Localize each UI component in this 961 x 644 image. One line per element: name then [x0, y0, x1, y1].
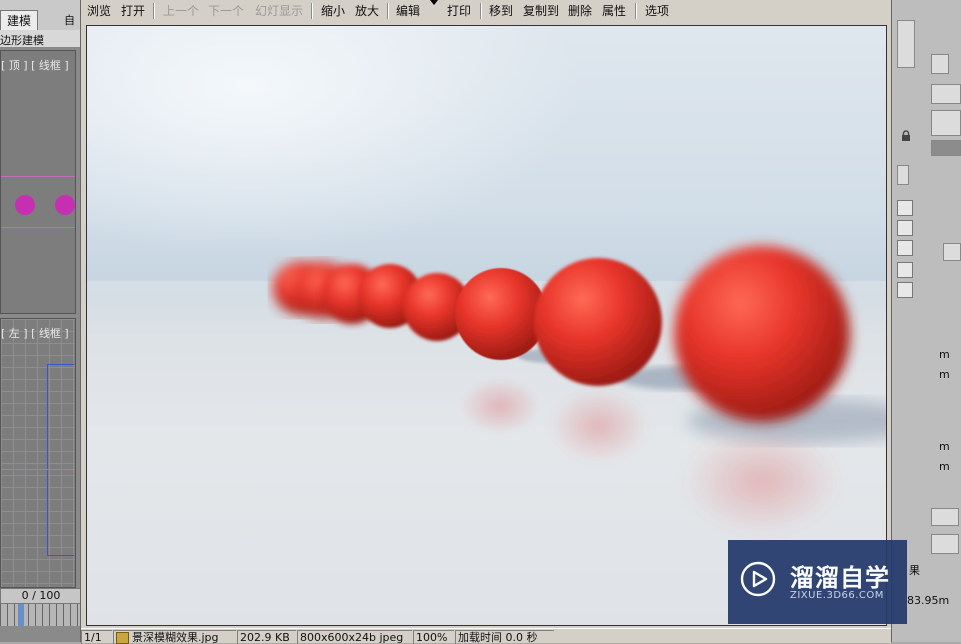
- next-button[interactable]: 下一个: [208, 3, 244, 19]
- viewport-left-label[interactable]: [ 左 ] [ 线框 ]: [1, 325, 69, 341]
- browse-button[interactable]: 浏览: [87, 3, 111, 19]
- panel-button[interactable]: [897, 165, 909, 185]
- viewer-statusbar: 1/1 景深模糊效果.jpg 202.9 KB 800x600x24b jpeg…: [81, 628, 891, 644]
- panel-button[interactable]: [897, 20, 915, 68]
- red-sphere: [534, 258, 662, 386]
- print-button[interactable]: 打印: [447, 3, 471, 19]
- toolbar-separator: [480, 3, 482, 19]
- viewport-top-label[interactable]: [ 顶 ] [ 线框 ]: [1, 57, 69, 73]
- red-sphere: [455, 268, 547, 360]
- checkbox[interactable]: [897, 262, 913, 278]
- panel-field[interactable]: [931, 508, 959, 526]
- watermark-url: ZIXUE.3D66.COM: [790, 590, 884, 601]
- tab-freeform[interactable]: 自: [64, 12, 75, 28]
- copy-to-button[interactable]: 复制到: [523, 3, 559, 19]
- effect-label: 果: [909, 564, 920, 577]
- watermark-logo-box: 溜溜自学 ZIXUE.3D66.COM: [728, 540, 907, 624]
- filename: 景深模糊效果.jpg: [132, 631, 219, 644]
- red-sphere: [674, 246, 850, 422]
- sphere-reflection: [549, 388, 649, 464]
- poly-modeling-bar[interactable]: 边形建模: [0, 30, 80, 48]
- viewer-toolbar: 浏览 打开 上一个 下一个 幻灯显示 缩小 放大 编辑 打印 移到 复制到 删除…: [81, 0, 891, 22]
- edit-button[interactable]: 编辑: [396, 3, 420, 19]
- viewport-left[interactable]: [ 左 ] [ 线框 ]: [0, 318, 76, 588]
- checkbox[interactable]: [897, 220, 913, 236]
- checkbox[interactable]: [897, 200, 913, 216]
- spinner-unit: m: [939, 348, 950, 361]
- grid-line: [1, 227, 75, 228]
- toolbar-separator: [635, 3, 637, 19]
- spinner-unit: m: [939, 368, 950, 381]
- distance-readout: 83.95m: [907, 594, 950, 607]
- panel-divider: [931, 140, 961, 156]
- panel-button[interactable]: [931, 54, 949, 74]
- play-logo-icon: [740, 561, 776, 597]
- track-bar[interactable]: [0, 604, 80, 626]
- chevron-down-icon[interactable]: [430, 0, 438, 5]
- panel-field[interactable]: [931, 110, 961, 136]
- checkbox[interactable]: [897, 282, 913, 298]
- camera-frustum-outline: [47, 364, 74, 556]
- sphere-reflection: [682, 426, 842, 536]
- toolbar-separator: [311, 3, 313, 19]
- toolbar-separator: [153, 3, 155, 19]
- delete-button[interactable]: 删除: [568, 3, 592, 19]
- sphere-marker[interactable]: [15, 195, 35, 215]
- image-file-icon: [116, 632, 129, 644]
- open-button[interactable]: 打开: [121, 3, 145, 19]
- toolbar-separator: [387, 3, 389, 19]
- tab-modeling[interactable]: 建模: [0, 10, 38, 31]
- slideshow-button[interactable]: 幻灯显示: [255, 3, 303, 19]
- sphere-marker[interactable]: [55, 195, 75, 215]
- rendered-image[interactable]: [86, 25, 887, 626]
- lock-icon[interactable]: [900, 130, 912, 142]
- max-left-panel: 建模 自 边形建模 [ 顶 ] [ 线框 ] x [ 左 ] [ 线框 ] 0 …: [0, 0, 82, 642]
- settings-icon[interactable]: [943, 243, 961, 261]
- properties-button[interactable]: 属性: [602, 3, 626, 19]
- depth-of-field-render: [87, 246, 886, 625]
- time-slider[interactable]: 0 / 100: [0, 588, 82, 604]
- sphere-reflection: [460, 378, 540, 434]
- poly-modeling-label: 边形建模: [0, 34, 44, 47]
- panel-dropdown[interactable]: [931, 534, 959, 554]
- options-button[interactable]: 选项: [645, 3, 669, 19]
- panel-field[interactable]: [931, 84, 961, 104]
- checkbox[interactable]: [897, 240, 913, 256]
- zoom-out-button[interactable]: 缩小: [321, 3, 345, 19]
- grid-line: [1, 176, 75, 177]
- viewport-top[interactable]: [ 顶 ] [ 线框 ] x: [0, 50, 76, 314]
- spinner-unit: m: [939, 440, 950, 453]
- grid-line: [1, 469, 75, 470]
- prev-button[interactable]: 上一个: [163, 3, 199, 19]
- time-marker[interactable]: [18, 604, 24, 626]
- zoom-in-button[interactable]: 放大: [355, 3, 379, 19]
- spinner-unit: m: [939, 460, 950, 473]
- watermark-title: 溜溜自学: [790, 564, 890, 592]
- ribbon-tabs: 建模 自: [0, 0, 80, 31]
- move-to-button[interactable]: 移到: [489, 3, 513, 19]
